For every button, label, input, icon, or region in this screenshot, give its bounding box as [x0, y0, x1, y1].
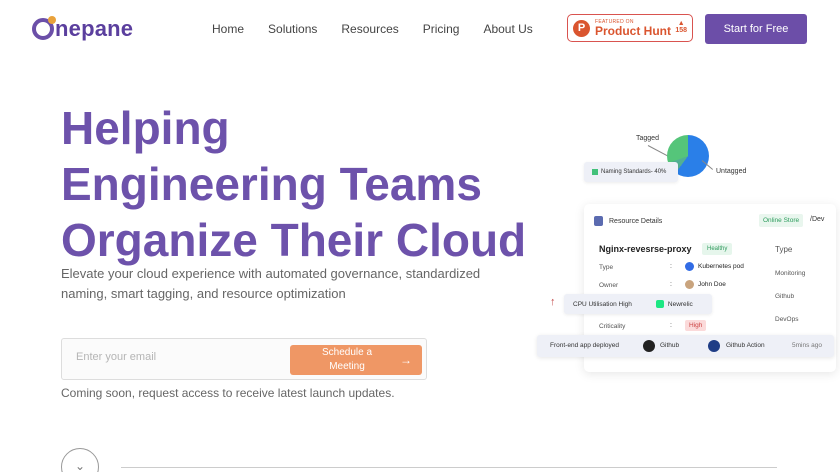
side-col-heading: Type — [775, 245, 793, 254]
nav-solutions[interactable]: Solutions — [268, 22, 317, 36]
tagged-label: Tagged — [636, 135, 659, 142]
nav-home[interactable]: Home — [212, 22, 244, 36]
up-arrow-icon: ↑ — [550, 296, 556, 308]
product-hunt-icon: P — [573, 19, 590, 37]
hero-subtitle: Elevate your cloud experience with autom… — [61, 266, 481, 301]
main-nav: Home Solutions Resources Pricing About U… — [212, 22, 557, 36]
side-col-item: Monitoring — [775, 270, 806, 277]
hero-title-line: Engineering Teams — [61, 158, 482, 210]
resource-details-title: Resource Details — [609, 217, 663, 225]
schedule-meeting-button[interactable]: Schedule a Meeting → — [290, 345, 422, 375]
ph-vote-count: 158 — [675, 27, 687, 34]
untagged-label: Untagged — [716, 168, 747, 175]
github-action-label: Github Action — [726, 342, 765, 349]
scroll-down-button[interactable]: ⌄ — [61, 448, 99, 472]
schedule-meeting-label: Schedule a Meeting — [321, 347, 373, 372]
hero-title-line: Organize Their Cloud — [61, 214, 527, 266]
kubernetes-icon — [685, 262, 694, 271]
logo-mark-icon — [32, 16, 56, 40]
email-input[interactable] — [76, 351, 276, 363]
cpu-alert-text: CPU Utilisation High — [573, 300, 632, 308]
avatar — [685, 280, 694, 289]
row-label: Owner — [599, 282, 619, 289]
nav-about-us[interactable]: About Us — [483, 22, 532, 36]
start-for-free-button[interactable]: Start for Free — [705, 14, 807, 44]
row-value-text: Kubernetes pod — [698, 263, 744, 270]
database-icon — [594, 216, 603, 226]
ph-votes: ▲ 158 — [675, 20, 687, 34]
newrelic-icon — [655, 300, 664, 308]
row-colon: : — [670, 322, 672, 329]
github-icon — [643, 340, 655, 352]
resource-name: Nginx-revesrse-proxy — [599, 244, 692, 254]
row-value: High — [685, 320, 707, 331]
row-label: Criticality — [599, 323, 626, 330]
row-value-text: John Doe — [698, 281, 726, 288]
row-value: Kubernetes pod — [685, 262, 744, 271]
criticality-badge: High — [685, 320, 707, 331]
row-value: John Doe — [685, 280, 726, 289]
env-path: /Dev — [810, 216, 825, 223]
naming-standards-card: Naming Standards- 40% — [584, 162, 678, 182]
ph-name-text: Product Hunt — [595, 23, 671, 38]
logo-text: nepane — [55, 16, 134, 41]
nav-resources[interactable]: Resources — [341, 22, 398, 36]
github-label: Github — [660, 342, 680, 349]
deploy-event-card: Front-end app deployed Github Github Act… — [537, 335, 834, 357]
hero-title: Helping Engineering Teams Organize Their… — [61, 100, 526, 268]
side-col-item: DevOps — [775, 316, 799, 323]
deploy-time: 5mins ago — [792, 342, 822, 349]
resource-details-header: Resource Details — [594, 216, 662, 226]
health-badge: Healthy — [702, 243, 733, 255]
row-label: Type — [599, 264, 614, 271]
hero-title-line: Helping — [61, 102, 230, 154]
logo[interactable]: nepane — [32, 14, 133, 44]
github-action-icon — [708, 340, 720, 352]
arrow-right-icon: → — [400, 353, 412, 367]
cpu-alert-card: CPU Utilisation High Newrelic — [564, 294, 712, 314]
side-col-item: Github — [775, 293, 795, 300]
product-hunt-badge[interactable]: P FEATURED ON Product Hunt ▲ 158 — [567, 14, 693, 42]
chevron-down-icon: ⌄ — [74, 459, 86, 472]
deploy-text: Front-end app deployed — [550, 342, 620, 349]
row-colon: : — [670, 263, 672, 270]
tagged-connector — [647, 145, 668, 157]
email-signup-form: Schedule a Meeting → — [61, 338, 427, 380]
naming-standards-text: Naming Standards- 40% — [601, 169, 667, 175]
green-square-icon — [592, 169, 598, 175]
newrelic-label: Newrelic — [667, 300, 693, 308]
env-chip: Online Store — [759, 214, 804, 227]
coming-soon-note: Coming soon, request access to receive l… — [61, 386, 395, 400]
divider — [121, 467, 777, 468]
row-colon: : — [670, 281, 672, 288]
upvote-arrow-icon: ▲ — [677, 20, 685, 27]
nav-pricing[interactable]: Pricing — [423, 22, 460, 36]
